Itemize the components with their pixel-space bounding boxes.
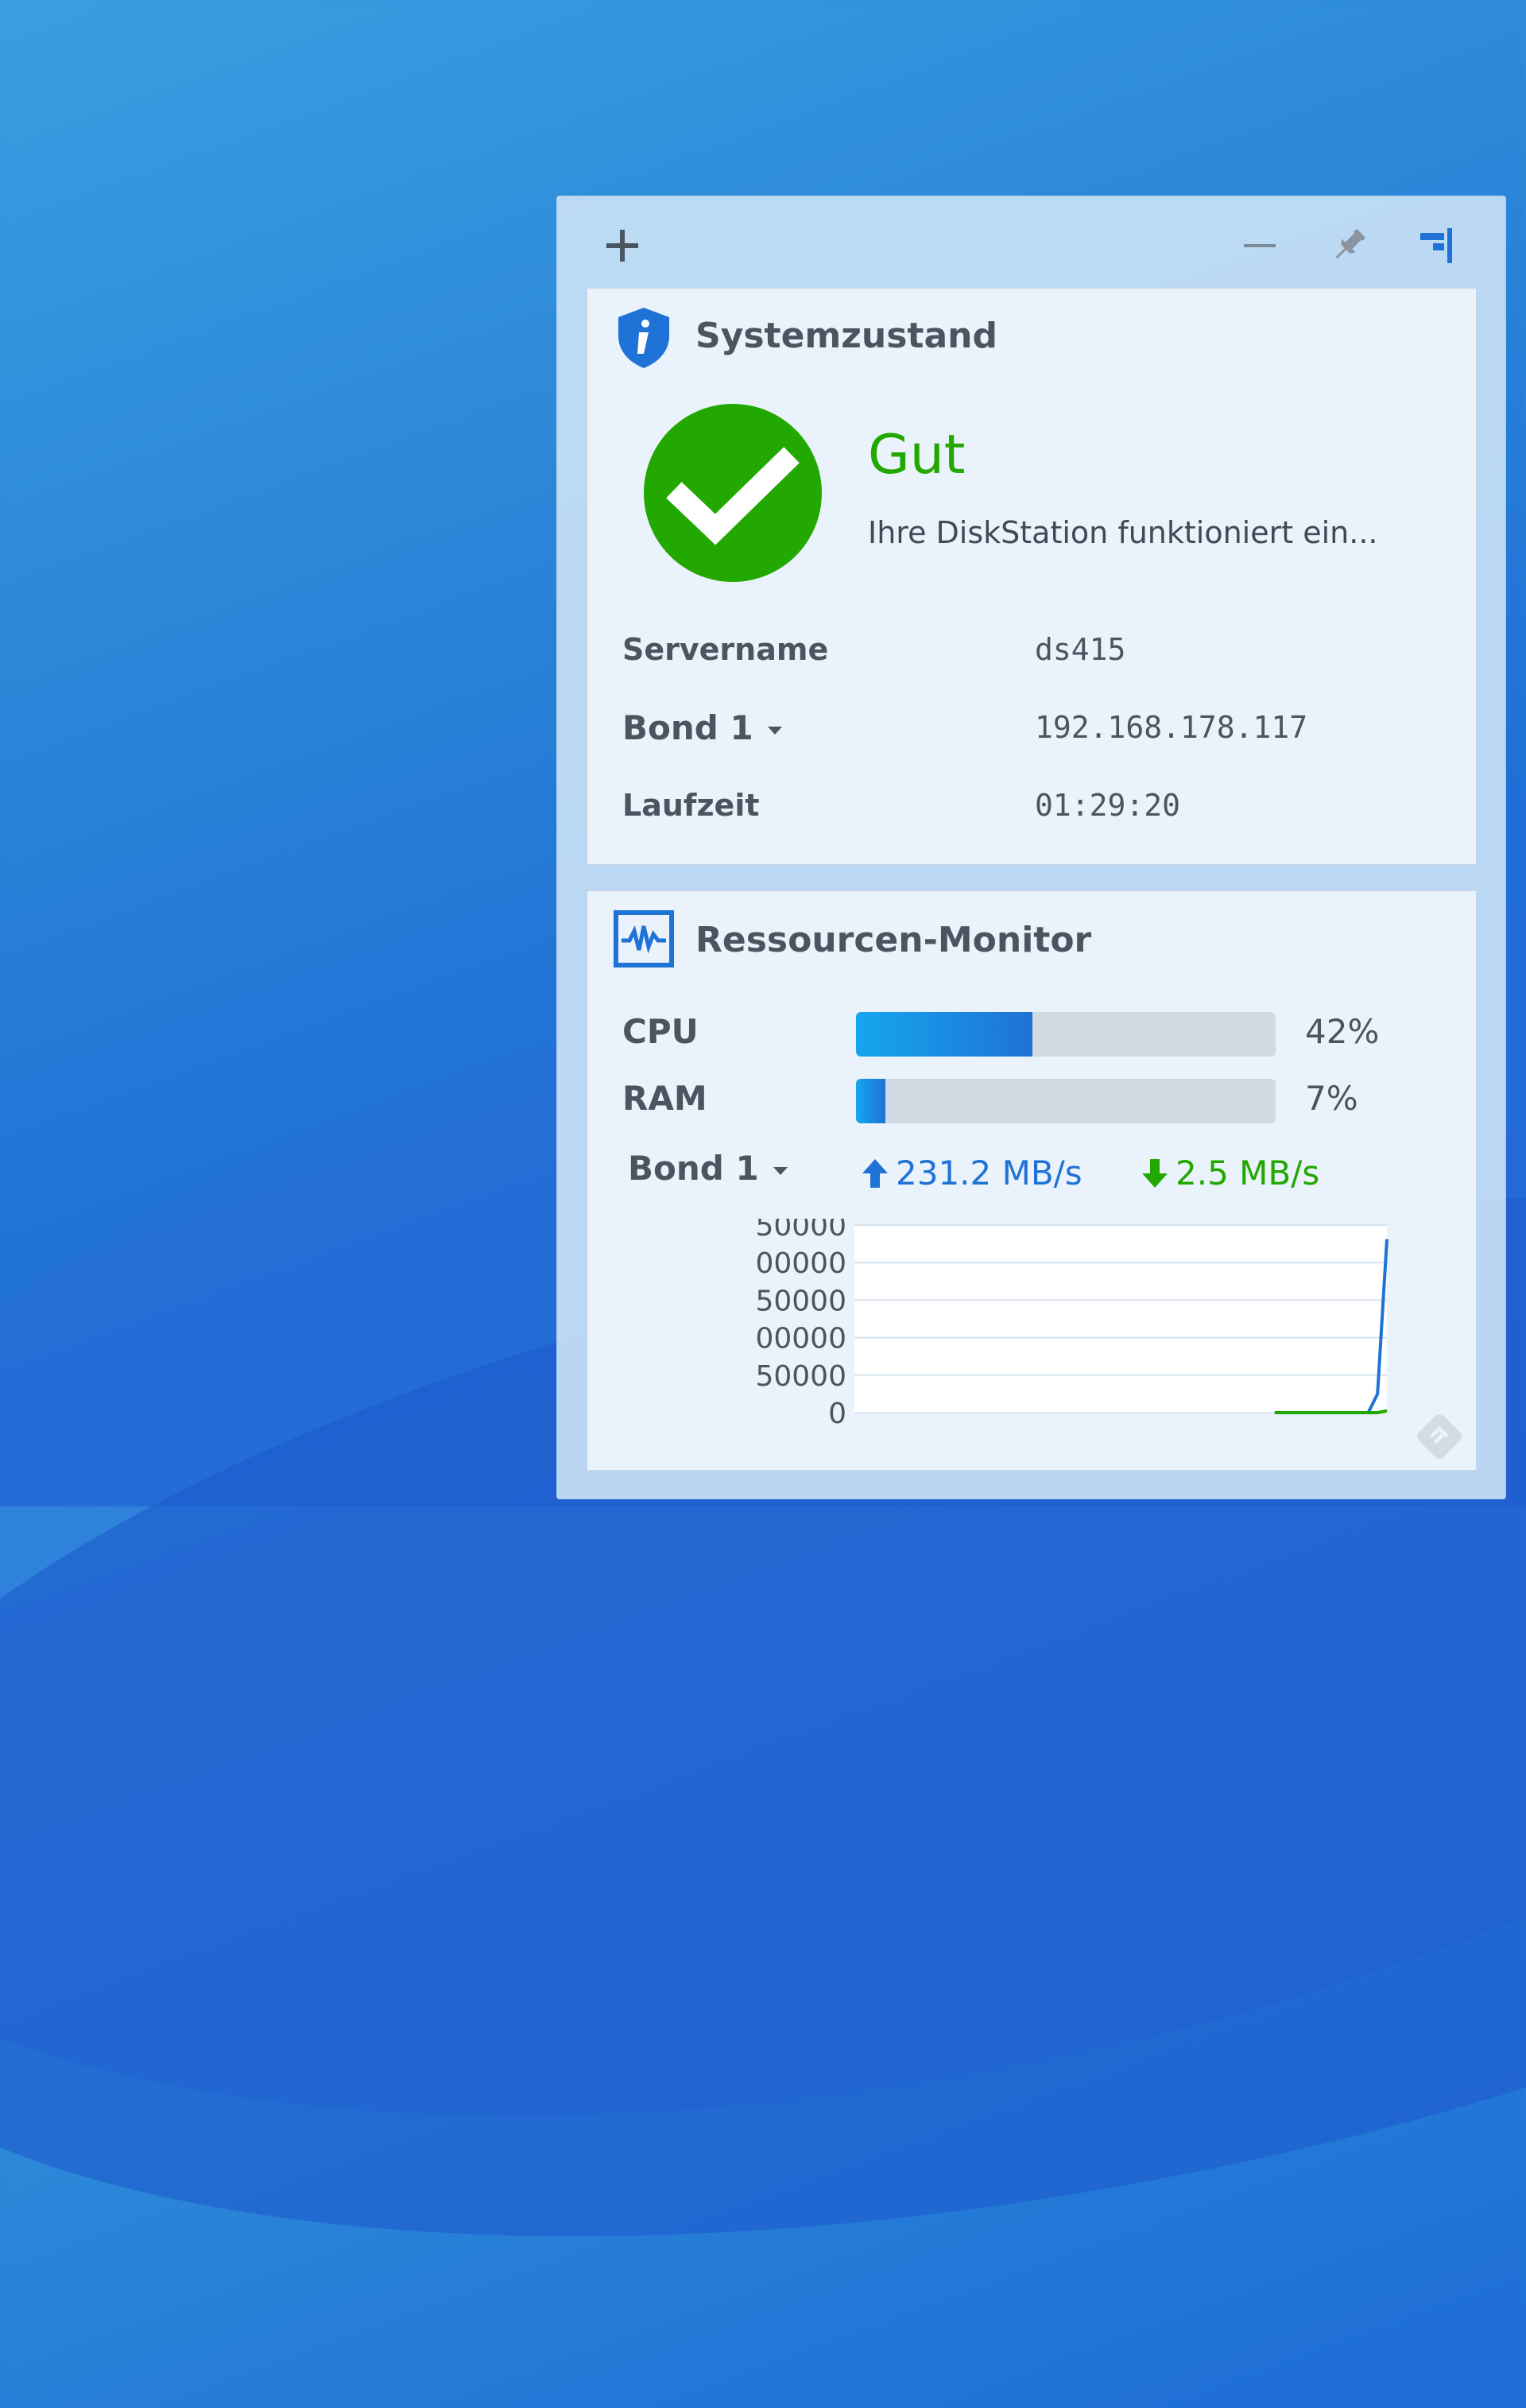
health-description: Ihre DiskStation funktioniert ein... <box>868 515 1378 550</box>
download-speed-value: 2.5 MB/s <box>1175 1154 1320 1192</box>
network-interface-dropdown[interactable]: Bond 1 <box>622 708 782 747</box>
y-tick-label: 50000 <box>755 1360 846 1393</box>
server-name-value: ds415 <box>1035 632 1126 667</box>
ram-usage-bar <box>856 1079 1276 1123</box>
pin-button[interactable] <box>1323 220 1374 271</box>
resource-monitor-widget: Ressourcen-Monitor CPU 42% RAM 7% Bond 1… <box>586 890 1478 1472</box>
upload-speed: 231.2 MB/s <box>861 1154 1083 1192</box>
cpu-usage-fill <box>856 1012 1032 1057</box>
network-chart: 250000 200000 150000 100000 50000 0 <box>754 1219 1389 1430</box>
ip-address-value: 192.168.178.117 <box>1035 710 1308 745</box>
chart-plot-area <box>854 1225 1387 1413</box>
widget-panel: Systemzustand Gut Ihre DiskStation funkt… <box>556 196 1506 1499</box>
system-health-widget: Systemzustand Gut Ihre DiskStation funkt… <box>586 287 1478 866</box>
uptime-value: 01:29:20 <box>1035 788 1181 823</box>
minus-icon <box>1244 244 1276 247</box>
plus-icon <box>606 230 638 262</box>
widget-title: Ressourcen-Monitor <box>695 920 1092 960</box>
monitor-pulse-icon <box>614 910 674 967</box>
add-widget-button[interactable] <box>597 220 648 271</box>
uptime-label: Laufzeit <box>622 788 760 823</box>
cpu-usage-bar <box>856 1012 1276 1057</box>
download-speed: 2.5 MB/s <box>1141 1154 1319 1192</box>
y-tick-label: 200000 <box>754 1247 846 1280</box>
health-status: Gut <box>868 424 966 487</box>
y-tick-label: 250000 <box>754 1219 846 1243</box>
pin-icon <box>1335 229 1365 259</box>
drag-handle-icon[interactable] <box>1408 1405 1471 1468</box>
cpu-percent: 42% <box>1305 1012 1380 1051</box>
arrow-up-icon <box>862 1158 888 1188</box>
widget-title: Systemzustand <box>695 316 997 356</box>
chevron-down-icon <box>773 1166 788 1175</box>
dock-right-icon <box>1420 228 1452 263</box>
minimize-button[interactable] <box>1234 220 1285 271</box>
arrow-down-icon <box>1142 1158 1168 1188</box>
cpu-label: CPU <box>622 1012 699 1051</box>
chevron-down-icon <box>767 726 782 735</box>
y-tick-label: 0 <box>828 1398 846 1430</box>
y-tick-label: 100000 <box>754 1323 846 1355</box>
network-interface-label: Bond 1 <box>622 708 753 747</box>
upload-speed-value: 231.2 MB/s <box>896 1154 1083 1192</box>
ram-usage-fill <box>856 1079 885 1123</box>
network-interface-label: Bond 1 <box>628 1149 759 1188</box>
info-shield-icon <box>618 308 669 368</box>
check-circle-icon <box>644 404 822 582</box>
network-interface-dropdown[interactable]: Bond 1 <box>628 1149 788 1188</box>
dock-button[interactable] <box>1412 220 1463 271</box>
server-name-label: Servername <box>622 632 829 667</box>
widget-toolbar <box>557 196 1505 284</box>
ram-percent: 7% <box>1305 1079 1358 1118</box>
y-tick-label: 150000 <box>754 1285 846 1317</box>
ram-label: RAM <box>622 1079 707 1118</box>
